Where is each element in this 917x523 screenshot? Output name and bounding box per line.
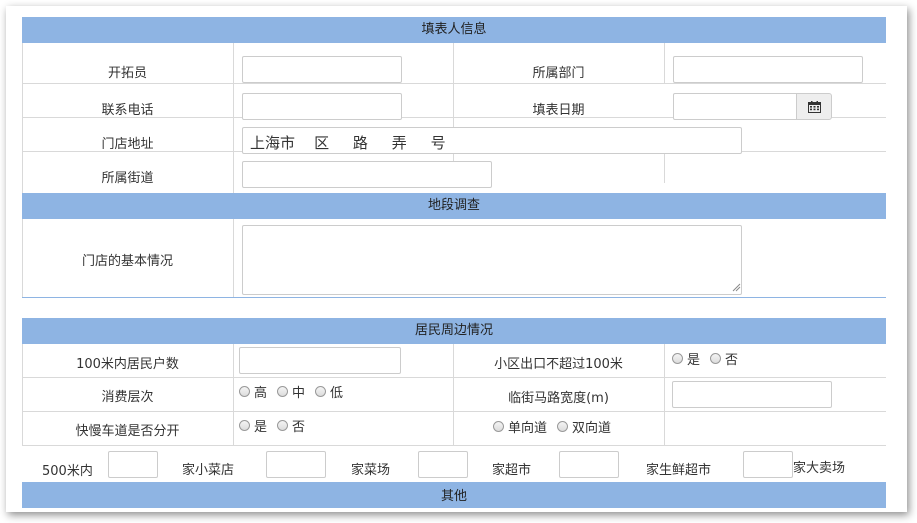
developer-label: 开拓员 <box>107 66 147 81</box>
consumption-radio-group: 高 中 低 <box>237 382 351 401</box>
resize-grip-icon[interactable] <box>732 283 741 292</box>
date-label: 填表日期 <box>532 103 585 118</box>
lane-radio-group: 是 否 <box>237 416 313 435</box>
phone-input[interactable] <box>242 93 402 120</box>
row-divider <box>22 377 886 378</box>
column-divider <box>664 344 665 446</box>
column-divider <box>233 43 234 298</box>
section-header-residents: 居民周边情况 <box>22 318 886 344</box>
street-input[interactable] <box>242 161 492 188</box>
exit-no-radio[interactable] <box>710 353 722 364</box>
one-way-label: 单向道 <box>508 421 548 436</box>
form-window: 填表人信息 开拓员 所属部门 联系电话 填表日期 门店地址 上海市 区 路 弄 … <box>6 6 907 512</box>
fresh-supermarket-count-input[interactable] <box>559 451 619 478</box>
row-divider <box>22 83 886 84</box>
small-store-count-input[interactable] <box>108 451 158 478</box>
within500-prefix: 500米内 <box>42 464 93 479</box>
date-input[interactable] <box>673 93 797 120</box>
supermarket-label: 家超市 <box>492 463 532 478</box>
consumption-mid-radio[interactable] <box>277 386 289 397</box>
hypermarket-count-input[interactable] <box>743 451 793 478</box>
lane-no-label: 否 <box>292 420 306 435</box>
column-divider <box>664 151 665 183</box>
store-basic-label: 门店的基本情况 <box>81 254 173 269</box>
exit-yes-label: 是 <box>687 353 701 368</box>
one-way-radio[interactable] <box>493 421 504 432</box>
section-header-site-survey: 地段调查 <box>22 193 886 219</box>
two-way-radio[interactable] <box>557 421 569 432</box>
column-divider <box>233 344 234 446</box>
calendar-icon <box>807 100 821 113</box>
address-label: 门店地址 <box>101 137 154 152</box>
department-input[interactable] <box>673 56 863 83</box>
households-label: 100米内居民户数 <box>76 357 179 372</box>
consumption-low-radio[interactable] <box>315 386 327 397</box>
row-divider <box>22 411 886 412</box>
consumption-high-radio[interactable] <box>239 386 250 397</box>
road-width-input[interactable] <box>672 381 832 408</box>
lane-yes-radio[interactable] <box>239 420 250 431</box>
lane-no-radio[interactable] <box>277 420 289 431</box>
section-header-other: 其他 <box>22 482 886 508</box>
row-divider <box>22 445 886 446</box>
exit-label: 小区出口不超过100米 <box>494 357 623 372</box>
consumption-high-label: 高 <box>254 386 268 401</box>
households-input[interactable] <box>239 347 401 374</box>
developer-input[interactable] <box>242 56 402 83</box>
hypermarket-label: 家大卖场 <box>793 461 846 476</box>
section-header-filler-info: 填表人信息 <box>22 17 886 43</box>
road-width-label: 临街马路宽度(m) <box>508 391 609 406</box>
market-count-input[interactable] <box>266 451 326 478</box>
exit-no-label: 否 <box>725 353 739 368</box>
fresh-supermarket-label: 家生鲜超市 <box>646 463 712 478</box>
lane-yes-label: 是 <box>254 420 268 435</box>
small-store-label: 家小菜店 <box>182 463 235 478</box>
store-basic-textarea[interactable] <box>242 225 742 295</box>
lane-label: 快慢车道是否分开 <box>75 424 180 439</box>
column-divider <box>664 43 665 84</box>
supermarket-count-input[interactable] <box>418 451 468 478</box>
direction-radio-group: 单向道 双向道 <box>491 417 619 436</box>
phone-label: 联系电话 <box>101 103 154 118</box>
market-label: 家菜场 <box>351 463 391 478</box>
section-bottom-border <box>22 297 886 298</box>
consumption-low-label: 低 <box>330 386 344 401</box>
calendar-button[interactable] <box>796 93 832 120</box>
address-value: 上海市 区 路 弄 号 <box>250 134 446 152</box>
exit-yes-radio[interactable] <box>672 353 683 364</box>
exit-radio-group: 是 否 <box>670 349 746 368</box>
consumption-label: 消费层次 <box>101 390 154 405</box>
two-way-label: 双向道 <box>572 421 612 436</box>
address-field[interactable]: 上海市 区 路 弄 号 <box>242 127 742 154</box>
department-label: 所属部门 <box>532 66 585 81</box>
consumption-mid-label: 中 <box>292 386 306 401</box>
street-label: 所属街道 <box>101 171 154 186</box>
